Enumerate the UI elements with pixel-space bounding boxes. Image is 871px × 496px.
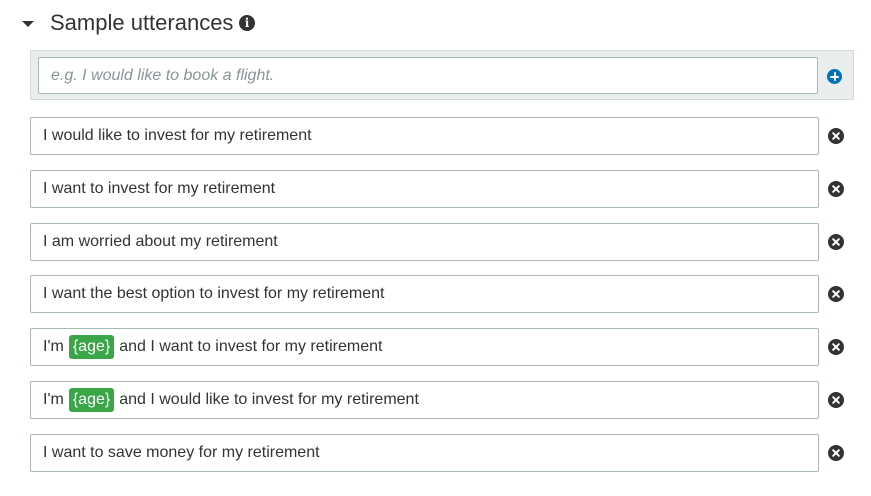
utterance-row: I would like to invest for my retirement xyxy=(30,117,860,155)
caret-down-icon[interactable] xyxy=(22,21,34,27)
utterance-row: I'm {age} and I want to invest for my re… xyxy=(30,328,860,367)
utterance-field[interactable]: I want to invest for my retirement xyxy=(30,169,819,208)
info-icon[interactable]: i xyxy=(239,15,255,31)
close-circle-icon[interactable] xyxy=(828,180,844,197)
utterance-field[interactable]: I am worried about my retirement xyxy=(30,222,819,261)
utterance-row: I want the best option to invest for my … xyxy=(30,275,860,314)
utterance-row: I want to invest for my retirement xyxy=(30,169,860,208)
slot-badge-age[interactable]: {age} xyxy=(68,335,115,360)
utterance-input[interactable] xyxy=(38,57,818,94)
close-circle-icon[interactable] xyxy=(828,286,844,303)
add-utterance-panel xyxy=(30,50,854,100)
utterance-row: I am worried about my retirement xyxy=(30,222,860,261)
utterance-text: I am worried about my retirement xyxy=(43,232,278,250)
slot-badge-age[interactable]: {age} xyxy=(68,387,115,412)
section-header: Sample utterances i xyxy=(0,0,871,48)
close-circle-icon[interactable] xyxy=(828,339,844,356)
close-circle-icon[interactable] xyxy=(828,391,844,408)
utterance-row: I'm {age} and I would like to invest for… xyxy=(30,380,860,419)
close-circle-icon[interactable] xyxy=(828,128,844,144)
utterance-field[interactable]: I'm {age} and I want to invest for my re… xyxy=(30,328,819,367)
utterance-text: I want to save money for my retirement xyxy=(43,443,320,461)
utterance-text: I want the best option to invest for my … xyxy=(43,285,385,303)
section-title: Sample utterances xyxy=(50,10,234,35)
utterance-text-after: and I want to invest for my retirement xyxy=(119,338,383,356)
close-circle-icon[interactable] xyxy=(828,444,844,461)
utterance-field[interactable]: I want to save money for my retirement xyxy=(30,433,819,472)
utterance-text-before: I'm xyxy=(43,390,64,408)
utterance-field[interactable]: I want the best option to invest for my … xyxy=(30,275,819,314)
utterance-list: I would like to invest for my retirement… xyxy=(30,117,860,487)
close-circle-icon[interactable] xyxy=(828,233,844,250)
utterance-field[interactable]: I would like to invest for my retirement xyxy=(30,117,819,155)
utterance-field[interactable]: I'm {age} and I would like to invest for… xyxy=(30,380,819,419)
plus-circle-icon[interactable] xyxy=(827,69,842,84)
utterance-text: I would like to invest for my retirement xyxy=(43,127,312,144)
utterance-row: I want to save money for my retirement xyxy=(30,433,860,472)
utterance-text: I want to invest for my retirement xyxy=(43,179,276,197)
utterance-text-before: I'm xyxy=(43,338,64,356)
utterance-text-after: and I would like to invest for my retire… xyxy=(119,390,419,408)
